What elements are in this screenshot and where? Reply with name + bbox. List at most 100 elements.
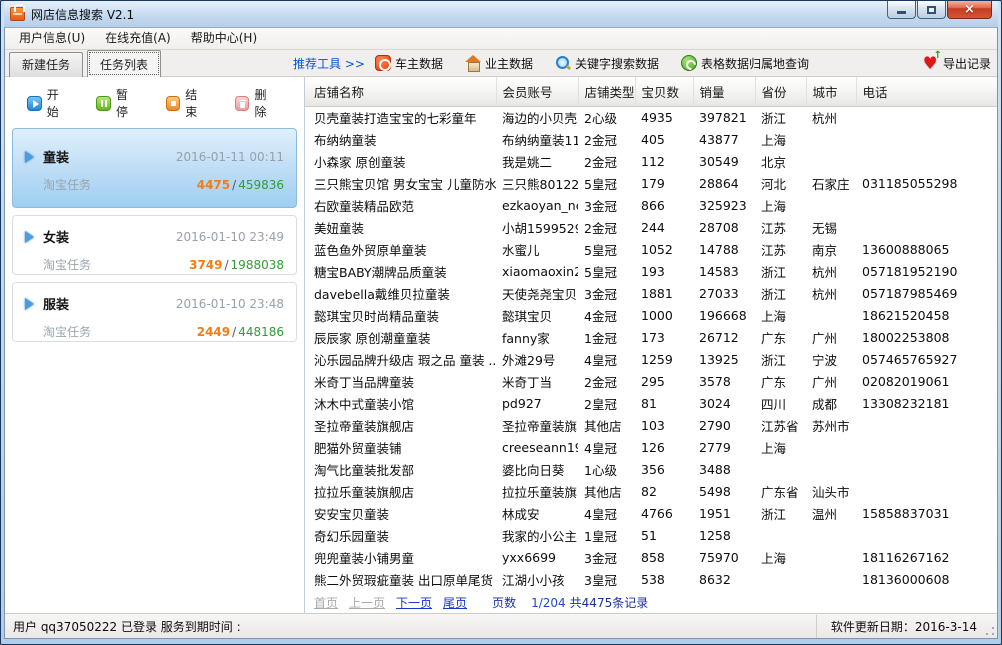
promo-tools-link[interactable]: 推荐工具 >>: [293, 55, 365, 72]
table-cell: 广东: [755, 326, 806, 348]
table-cell: 我家的小公主...: [496, 524, 578, 546]
table-cell: 兜兜童装小铺男童: [305, 546, 496, 568]
column-header[interactable]: 会员账号: [496, 77, 578, 106]
table-row[interactable]: 肥猫外贸童装铺creeseann19834皇冠1262779上海: [305, 436, 997, 458]
table-row[interactable]: 拉拉乐童装旗舰店拉拉乐童装旗...其他店825498广东省汕头市: [305, 480, 997, 502]
tool-keyword-search-data[interactable]: 关键字搜索数据: [555, 55, 659, 72]
next-page-link[interactable]: 下一页: [396, 594, 432, 611]
stop-button[interactable]: 结束: [166, 86, 209, 120]
menu-user-info[interactable]: 用户信息(U): [9, 28, 95, 49]
close-button[interactable]: ×: [947, 1, 992, 19]
column-header[interactable]: 店铺类型: [578, 77, 635, 106]
column-header[interactable]: 宝贝数: [635, 77, 693, 106]
maximize-icon: [927, 6, 936, 14]
maximize-button[interactable]: [917, 1, 946, 19]
start-button[interactable]: 开始: [27, 86, 70, 120]
table-row[interactable]: 沐木中式童装小馆pd9272皇冠813024四川成都13308232181: [305, 392, 997, 414]
tool-car-owner-data[interactable]: 车主数据: [375, 55, 443, 72]
table-cell: 14583: [693, 260, 755, 282]
table-row[interactable]: 米奇丁当品牌童装米奇丁当2金冠2953578广东广州02082019061: [305, 370, 997, 392]
table-cell: 成都: [806, 392, 856, 414]
table-cell: 28864: [693, 172, 755, 194]
table-cell: 126: [635, 436, 693, 458]
column-header[interactable]: 电话: [856, 77, 997, 106]
status-bar: 用户 qq37050222 已登录 服务到期时间 : 软件更新日期：2016-3…: [5, 613, 997, 638]
table-cell: 辰辰家 原创潮童童装: [305, 326, 496, 348]
table-row[interactable]: 贝壳童装打造宝宝的七彩童年海边的小贝壳2心级4935397821浙江杭州: [305, 106, 997, 128]
table-cell: 沐木中式童装小馆: [305, 392, 496, 414]
resize-grip-icon[interactable]: [985, 626, 995, 636]
table-row[interactable]: 三只熊宝贝馆 男女宝宝 儿童防水...三只熊8012255皇冠17928864河…: [305, 172, 997, 194]
task-card-tongzhuang[interactable]: 童装 2016-01-11 00:11 淘宝任务 4475/459836: [12, 128, 297, 208]
task-card-nvzhuang[interactable]: 女装 2016-01-10 23:49 淘宝任务 3749/1988038: [12, 215, 297, 275]
menu-online-recharge[interactable]: 在线充值(A): [95, 28, 181, 49]
app-window: 网店信息搜索 V2.1 × 用户信息(U) 在线充值(A) 帮助中心(H) 新建…: [0, 0, 1002, 645]
app-logo-icon: [10, 7, 25, 21]
table-cell: 林成安: [496, 502, 578, 524]
table-cell: 拉拉乐童装旗舰店: [305, 480, 496, 502]
task-time: 2016-01-10 23:48: [176, 297, 284, 311]
table-cell: 103: [635, 414, 693, 436]
pause-button[interactable]: 暂停: [96, 86, 139, 120]
table-row[interactable]: 布纳纳童装布纳纳童装11172金冠40543877上海: [305, 128, 997, 150]
delete-button[interactable]: 删除: [235, 86, 278, 120]
table-row[interactable]: 淘气比童装批发部婆比向日葵1心级3563488: [305, 458, 997, 480]
table-row[interactable]: 兜兜童装小铺男童yxx66993金冠85875970上海18116267162: [305, 546, 997, 568]
table-cell: 4935: [635, 106, 693, 128]
table-cell: 杭州: [806, 260, 856, 282]
table-cell: 538: [635, 568, 693, 590]
table-cell: [806, 194, 856, 216]
task-card-fuzhuang[interactable]: 服装 2016-01-10 23:48 淘宝任务 2449/448186: [12, 282, 297, 342]
task-play-icon: [25, 231, 34, 243]
table-cell: 苏州市: [806, 414, 856, 436]
table-cell: 1052: [635, 238, 693, 260]
tool-property-owner-data[interactable]: 业主数据: [465, 55, 533, 72]
menu-bar: 用户信息(U) 在线充值(A) 帮助中心(H): [5, 28, 997, 50]
column-header[interactable]: 省份: [755, 77, 806, 106]
table-cell: pd927: [496, 392, 578, 414]
table-row[interactable]: 右欧童装精品欧范ezkaoyan_new...3金冠866325923上海: [305, 194, 997, 216]
table-row[interactable]: 小森家 原创童装我是姚二2金冠11230549北京: [305, 150, 997, 172]
table-cell: [856, 480, 997, 502]
minimize-button[interactable]: [887, 1, 916, 19]
table-cell: [806, 524, 856, 546]
prev-page-link[interactable]: 上一页: [349, 594, 385, 611]
table-cell: 5皇冠: [578, 260, 635, 282]
table-cell: 2790: [693, 414, 755, 436]
table-row[interactable]: 懿琪宝贝时尚精品童装懿琪宝贝4金冠1000196668上海18621520458: [305, 304, 997, 326]
table-row[interactable]: 蓝色鱼外贸原单童装水蜜儿5皇冠105214788江苏南京13600888065: [305, 238, 997, 260]
table-cell: 3578: [693, 370, 755, 392]
last-page-link[interactable]: 尾页: [443, 594, 467, 611]
column-header[interactable]: 店铺名称: [305, 77, 496, 106]
export-records-button[interactable]: 导出记录: [923, 55, 991, 72]
task-name: 服装: [43, 294, 69, 313]
table-cell: 宁波: [806, 348, 856, 370]
tab-new-task[interactable]: 新建任务: [9, 52, 83, 77]
table-row[interactable]: 安安宝贝童装林成安4皇冠47661951浙江温州15858837031: [305, 502, 997, 524]
table-row[interactable]: 奇幻乐园童装我家的小公主...1皇冠511258: [305, 524, 997, 546]
table-cell: 4皇冠: [578, 348, 635, 370]
tool-table-data-location-query[interactable]: 表格数据归属地查询: [681, 55, 809, 72]
pause-icon: [96, 96, 111, 111]
menu-help-center[interactable]: 帮助中心(H): [181, 28, 267, 49]
table-row[interactable]: 糖宝BABY潮牌品质童装xiaomaoxin20085皇冠19314583浙江杭…: [305, 260, 997, 282]
column-header[interactable]: 销量: [693, 77, 755, 106]
column-header[interactable]: 城市: [806, 77, 856, 106]
table-row[interactable]: 沁乐园品牌升级店 瑕之品 童装 ...外滩29号4皇冠125913925浙江宁波…: [305, 348, 997, 370]
table-row[interactable]: 圣拉帝童装旗舰店圣拉帝童装旗...其他店1032790江苏省苏州市: [305, 414, 997, 436]
table-cell: 小胡15995294...: [496, 216, 578, 238]
table-row[interactable]: 熊二外贸瑕疵童装 出口原单尾货 ...江湖小小孩3皇冠5388632181360…: [305, 568, 997, 590]
table-cell: 2心级: [578, 106, 635, 128]
table-row[interactable]: davebella戴维贝拉童装天使尧尧宝贝3金冠188127033浙江杭州057…: [305, 282, 997, 304]
first-page-link[interactable]: 首页: [314, 594, 338, 611]
tab-task-list[interactable]: 任务列表: [87, 50, 161, 77]
table-cell: 上海: [755, 546, 806, 568]
table-cell: 三只熊宝贝馆 男女宝宝 儿童防水...: [305, 172, 496, 194]
table-cell: [856, 150, 997, 172]
table-cell: 13308232181: [856, 392, 997, 414]
table-cell: 057181952190: [856, 260, 997, 282]
table-row[interactable]: 美妞童装小胡15995294...2金冠24428708江苏无锡: [305, 216, 997, 238]
table-cell: 贝壳童装打造宝宝的七彩童年: [305, 106, 496, 128]
table-cell: yxx6699: [496, 546, 578, 568]
table-row[interactable]: 辰辰家 原创潮童童装fanny家1金冠17326712广东广州180022538…: [305, 326, 997, 348]
